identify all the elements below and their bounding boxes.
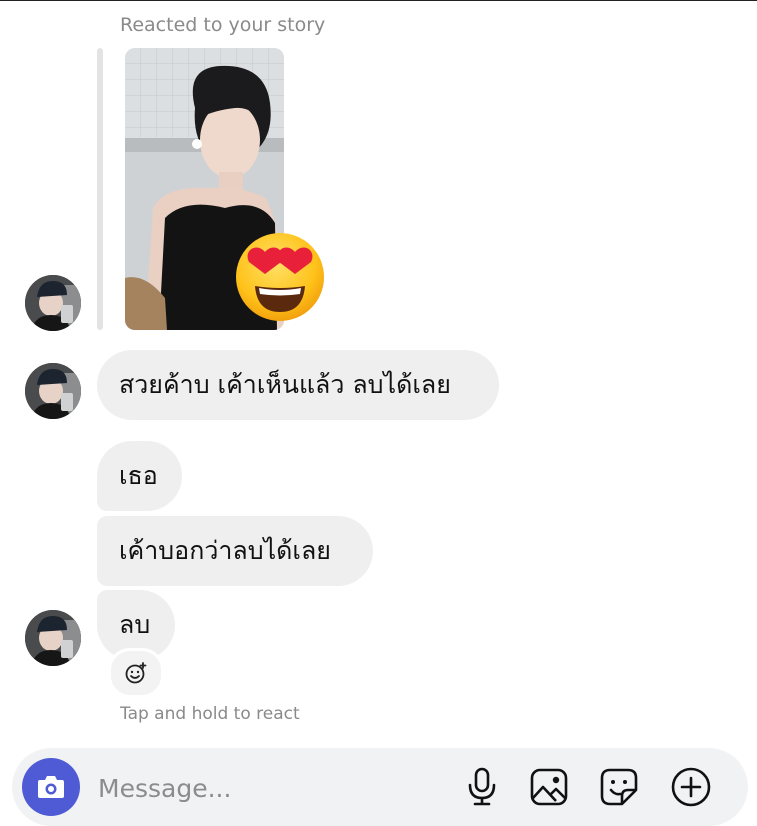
camera-icon xyxy=(38,776,64,798)
message-bubble[interactable]: เค้าบอกว่าลบได้เลย xyxy=(97,516,373,586)
sticker-button[interactable] xyxy=(597,765,641,809)
top-divider xyxy=(0,0,757,1)
gallery-icon xyxy=(530,768,568,806)
story-reply-label: Reacted to your story xyxy=(120,14,326,36)
sticker-icon xyxy=(600,768,638,806)
message-text: สวยค้าบ เค้าเห็นแล้ว ลบได้เลย xyxy=(119,370,451,399)
message-bubble[interactable]: เธอ xyxy=(97,441,182,511)
message-bubble[interactable]: สวยค้าบ เค้าเห็นแล้ว ลบได้เลย xyxy=(97,350,499,420)
react-hint: Tap and hold to react xyxy=(120,704,300,724)
add-reaction-button[interactable] xyxy=(108,648,164,698)
message-text: ลบ xyxy=(119,610,151,639)
message-text: เธอ xyxy=(119,461,158,490)
plus-circle-icon xyxy=(671,767,711,807)
microphone-icon xyxy=(468,767,496,806)
camera-button[interactable] xyxy=(22,758,80,816)
heart-eyes-emoji-icon xyxy=(233,230,327,324)
message-input[interactable] xyxy=(98,768,438,808)
sender-avatar[interactable] xyxy=(25,275,81,331)
add-reaction-icon xyxy=(125,662,147,684)
story-quote-bar xyxy=(97,48,103,330)
message-text: เค้าบอกว่าลบได้เลย xyxy=(119,536,331,565)
more-options-button[interactable] xyxy=(669,765,713,809)
gallery-button[interactable] xyxy=(527,765,571,809)
microphone-button[interactable] xyxy=(460,765,504,809)
sender-avatar[interactable] xyxy=(25,363,81,419)
sender-avatar[interactable] xyxy=(25,610,81,666)
